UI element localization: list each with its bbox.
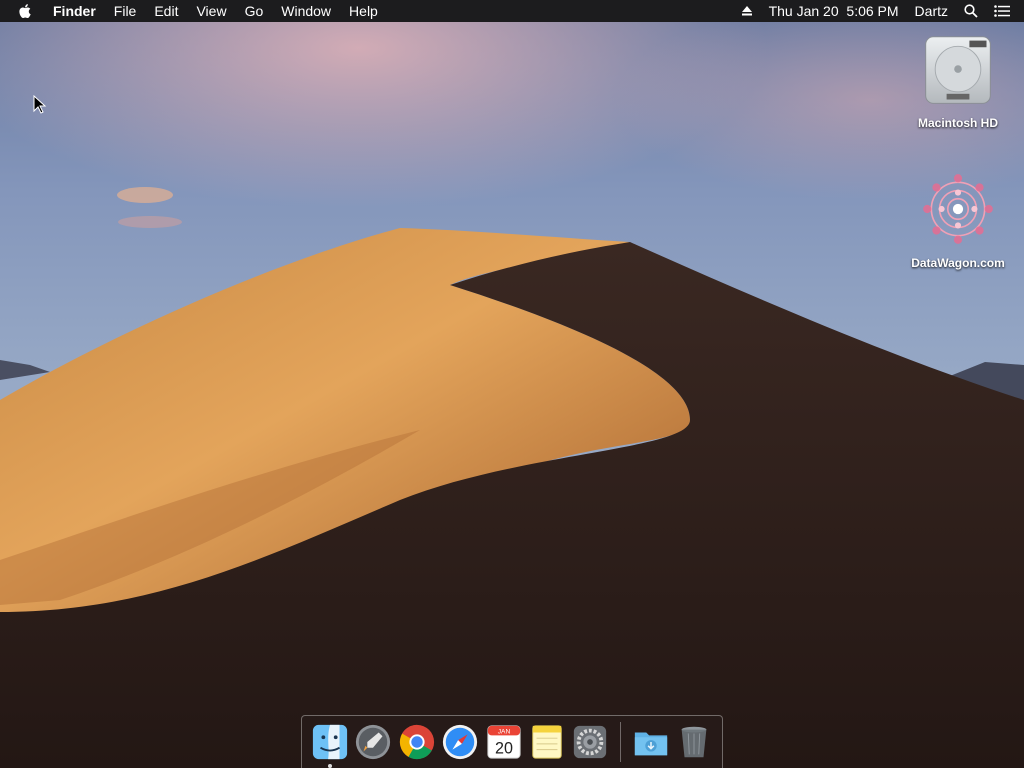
dock-notes[interactable] bbox=[527, 722, 566, 762]
desktop-icon-macintosh-hd[interactable]: Macintosh HD bbox=[902, 32, 1014, 130]
dock-trash[interactable] bbox=[675, 722, 714, 762]
apple-menu-icon[interactable] bbox=[19, 2, 37, 20]
clock-datetime[interactable]: Thu Jan 20 5:06 PM bbox=[769, 0, 899, 22]
menu-edit[interactable]: Edit bbox=[145, 0, 187, 22]
desktop-icon-datawagon[interactable]: DataWagon.com bbox=[902, 168, 1014, 270]
downloads-folder-icon bbox=[634, 732, 668, 756]
calendar-day: 20 bbox=[495, 739, 513, 757]
system-preferences-icon bbox=[574, 725, 607, 759]
dock: JAN 20 bbox=[301, 715, 723, 768]
spotlight-search-icon[interactable] bbox=[964, 4, 978, 18]
user-name[interactable]: Dartz bbox=[915, 0, 948, 22]
finder-icon bbox=[312, 724, 347, 760]
hard-drive-icon bbox=[925, 36, 991, 104]
calendar-icon: JAN 20 bbox=[486, 725, 521, 759]
chrome-icon bbox=[399, 724, 434, 760]
menu-help[interactable]: Help bbox=[340, 0, 387, 22]
dock-chrome[interactable] bbox=[397, 722, 436, 762]
dock-calendar[interactable]: JAN 20 bbox=[484, 722, 523, 762]
desktop-icon-label: Macintosh HD bbox=[917, 116, 998, 130]
calendar-month: JAN bbox=[497, 728, 510, 735]
notification-center-icon[interactable] bbox=[994, 5, 1010, 17]
eject-icon[interactable] bbox=[741, 5, 753, 17]
desktop-icon-label: DataWagon.com bbox=[911, 256, 1005, 270]
dock-safari[interactable] bbox=[440, 722, 479, 762]
menu-file[interactable]: File bbox=[105, 0, 146, 22]
mouse-cursor-icon bbox=[33, 95, 47, 114]
dock-system-preferences[interactable] bbox=[571, 722, 610, 762]
notes-icon bbox=[532, 725, 562, 759]
dock-separator bbox=[620, 722, 622, 762]
menu-window[interactable]: Window bbox=[272, 0, 340, 22]
mandala-icon bbox=[923, 174, 993, 244]
menu-app-name[interactable]: Finder bbox=[53, 0, 105, 22]
safari-icon bbox=[442, 724, 478, 760]
dock-launchpad[interactable] bbox=[353, 722, 392, 762]
desktop-wallpaper bbox=[0, 0, 1024, 768]
menu-go[interactable]: Go bbox=[236, 0, 273, 22]
running-indicator bbox=[328, 764, 332, 768]
menu-bar: Finder File Edit View Go Window Help Thu… bbox=[0, 0, 1024, 22]
launchpad-icon bbox=[356, 724, 391, 760]
menu-view[interactable]: View bbox=[187, 0, 235, 22]
dock-finder[interactable] bbox=[310, 722, 349, 768]
dock-downloads[interactable] bbox=[631, 722, 670, 762]
trash-icon bbox=[681, 726, 707, 758]
